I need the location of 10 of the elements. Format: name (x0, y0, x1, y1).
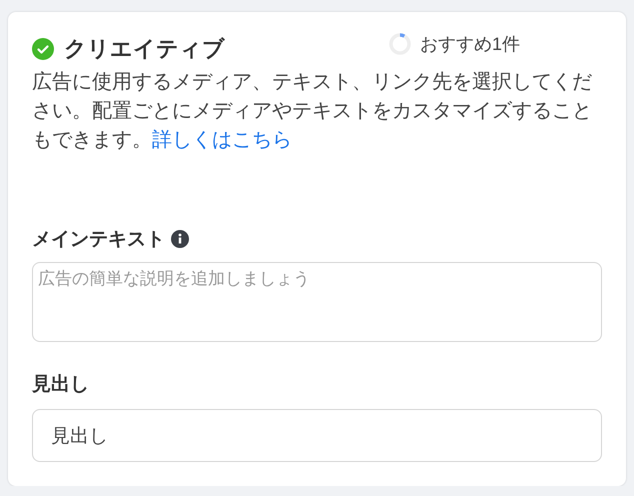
learn-more-link[interactable]: 詳しくはこちら (152, 129, 292, 151)
section-title: クリエイティブ (64, 35, 225, 63)
field-label: メインテキスト (32, 228, 165, 252)
description-text: 広告に使用するメディア、テキスト、リンク先を選択してください。配置ごとにメディアやテキストをカスタマイズすることもできます。詳しくはこちら (32, 70, 592, 153)
recommendation-count: おすすめ1件 (420, 33, 520, 56)
info-icon[interactable] (171, 230, 189, 248)
progress-ring-icon (388, 32, 412, 56)
field-label: 見出し (32, 373, 89, 397)
main-text-field[interactable]: 広告の簡単な説明を追加しましょう (32, 262, 602, 342)
headline-field[interactable]: 見出し (32, 409, 602, 462)
